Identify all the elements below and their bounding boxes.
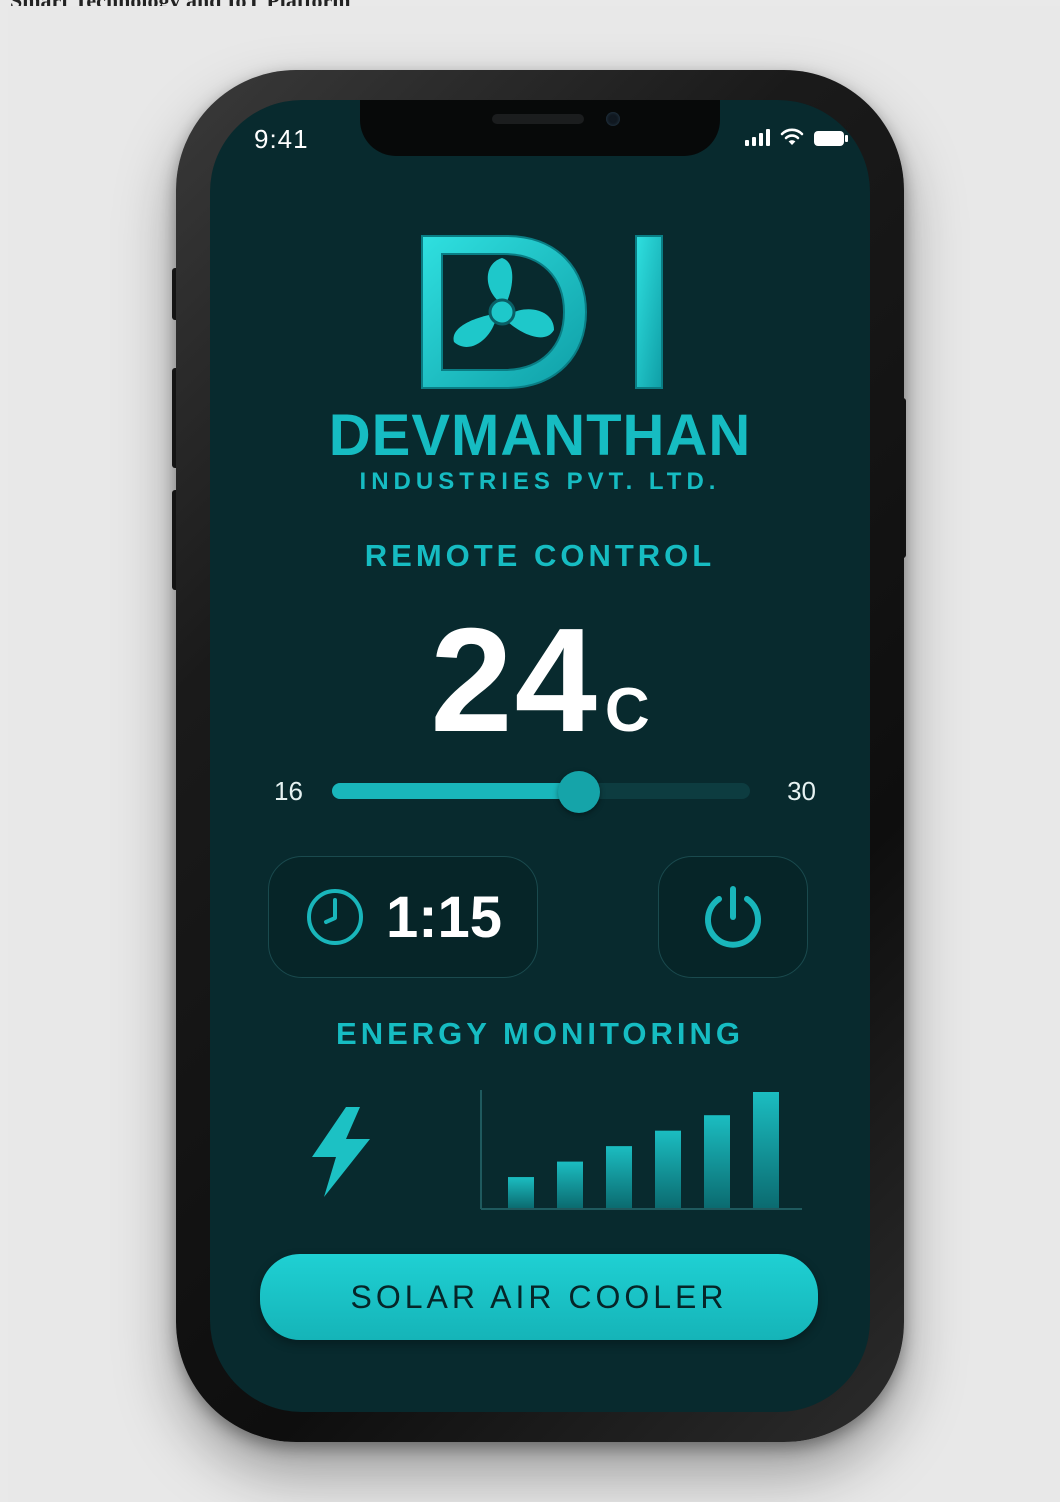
phone-notch — [360, 100, 720, 156]
energy-bar — [753, 1092, 779, 1208]
brand-name: DEVMANTHAN — [328, 403, 752, 468]
battery-icon — [814, 131, 848, 146]
temperature-value: 24 — [430, 598, 599, 763]
signal-icon — [745, 129, 770, 146]
slider-min-label: 16 — [274, 776, 303, 806]
phone-screen: 9:41 DEVMANTHAN INDUSTRIES PVT. LTD. REM… — [210, 100, 870, 1412]
energy-monitoring-title: ENERGY MONITORING — [336, 1016, 744, 1051]
speaker-grille — [492, 114, 584, 124]
slider-max-label: 30 — [787, 776, 816, 806]
status-time: 9:41 — [254, 124, 309, 154]
energy-bar — [508, 1177, 534, 1208]
front-camera — [606, 112, 620, 126]
timer-button[interactable]: 1:15 — [268, 856, 538, 978]
wifi-icon — [780, 128, 804, 145]
solar-air-cooler-button[interactable]: SOLAR AIR COOLER — [260, 1254, 818, 1340]
lightning-icon — [312, 1107, 370, 1197]
temperature-display: 24C — [210, 596, 870, 766]
energy-bar — [655, 1130, 681, 1208]
slider-thumb[interactable] — [558, 771, 601, 813]
temperature-slider[interactable] — [332, 771, 750, 813]
fan-icon — [453, 258, 554, 347]
remote-control-title: REMOTE CONTROL — [364, 538, 716, 573]
energy-bar-chart — [480, 1090, 802, 1210]
brand-logo — [421, 235, 663, 389]
power-button[interactable] — [658, 856, 808, 978]
status-icons — [745, 128, 848, 146]
power-icon — [705, 886, 761, 948]
brand-subtitle: INDUSTRIES PVT. LTD. — [359, 468, 721, 495]
energy-bar — [704, 1115, 730, 1208]
temperature-unit: C — [604, 676, 650, 745]
phone-frame: 9:41 DEVMANTHAN INDUSTRIES PVT. LTD. REM… — [176, 70, 904, 1442]
slider-fill — [332, 783, 580, 799]
energy-bar — [606, 1146, 632, 1208]
clock-icon — [306, 889, 363, 945]
timer-value: 1:15 — [385, 884, 503, 950]
energy-bar — [557, 1161, 583, 1208]
